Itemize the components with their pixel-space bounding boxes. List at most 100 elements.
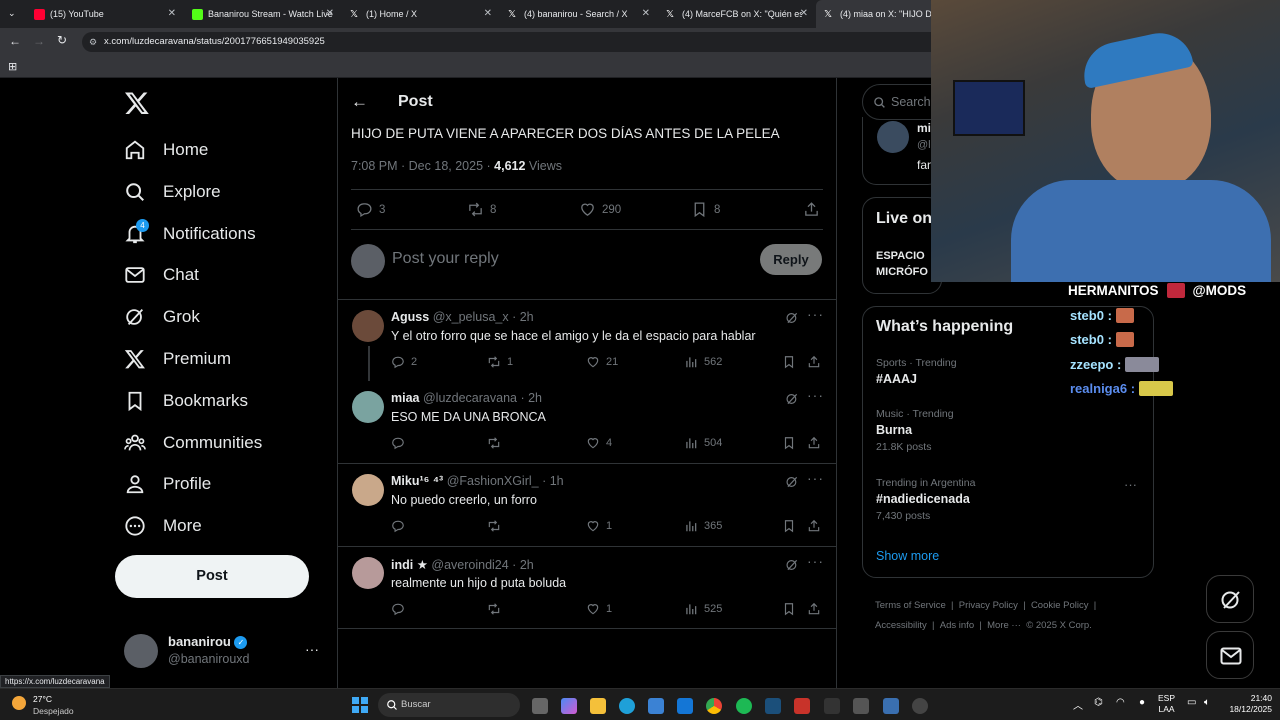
apps-grid-icon[interactable]: ⊞: [8, 60, 17, 73]
share-action[interactable]: [807, 355, 827, 369]
post-button[interactable]: Post: [115, 555, 309, 598]
more-dots-icon[interactable]: ···: [807, 470, 824, 486]
reply-item[interactable]: Miku¹⁶ ⁴³ @FashionXGirl_ · 1h No puedo c…: [338, 464, 836, 546]
grok-icon[interactable]: [785, 311, 799, 325]
close-tab-icon[interactable]: ✕: [484, 8, 492, 19]
grok-icon[interactable]: [785, 475, 799, 489]
reply-author[interactable]: miaa: [391, 391, 420, 405]
app-icon[interactable]: [883, 698, 899, 714]
footer-privacy[interactable]: Privacy Policy: [959, 600, 1018, 611]
nav-explore[interactable]: Explore: [124, 177, 221, 207]
nav-profile[interactable]: Profile: [124, 469, 211, 499]
reply-action[interactable]: [391, 436, 411, 450]
close-tab-icon[interactable]: ✕: [326, 8, 334, 19]
reply-button[interactable]: Reply: [760, 244, 822, 275]
nav-home[interactable]: Home: [124, 135, 208, 165]
trend-item[interactable]: Trending in Argentina #nadiedicenada 7,4…: [876, 477, 975, 522]
tab-x-search[interactable]: 𝕏 (4) bananirou - Search / X ✕: [500, 0, 656, 28]
taskbar-search[interactable]: Buscar: [378, 693, 520, 717]
reload-icon[interactable]: ↻: [57, 33, 67, 47]
views-action[interactable]: 504: [684, 436, 722, 450]
share-action[interactable]: [807, 602, 827, 616]
trend-item[interactable]: Music · Trending Burna 21.8K posts: [876, 408, 954, 453]
task-view-icon[interactable]: [532, 698, 548, 714]
bookmark-action[interactable]: [782, 602, 802, 616]
weather-widget[interactable]: 27°C Despejado: [8, 692, 118, 718]
repost-action[interactable]: [487, 436, 507, 450]
views-action[interactable]: 365: [684, 519, 722, 533]
account-switcher[interactable]: bananirou ✓ @bananirouxd ···: [115, 628, 330, 674]
like-action[interactable]: 4: [586, 436, 612, 450]
nav-communities[interactable]: Communities: [124, 428, 262, 458]
file-explorer-icon[interactable]: [590, 698, 606, 714]
app-icon[interactable]: [824, 698, 840, 714]
tab-kick[interactable]: Bananirou Stream - Watch Live ✕: [184, 0, 340, 28]
back-icon[interactable]: ←: [9, 34, 21, 48]
more-dots-icon[interactable]: ···: [807, 387, 824, 403]
repost-action[interactable]: [487, 602, 507, 616]
repost-action[interactable]: 8: [467, 201, 496, 218]
messages-fab[interactable]: [1206, 631, 1254, 679]
reply-author[interactable]: Aguss: [391, 310, 429, 324]
x-logo-icon[interactable]: [124, 90, 150, 116]
grok-icon[interactable]: [785, 558, 799, 572]
forward-icon[interactable]: →: [33, 34, 45, 48]
reply-action[interactable]: 2: [391, 355, 417, 369]
nav-bookmarks[interactable]: Bookmarks: [124, 386, 248, 416]
reply-handle[interactable]: @x_pelusa_x · 2h: [433, 310, 534, 324]
language-indicator[interactable]: ESP LAA: [1158, 693, 1175, 715]
obs-icon[interactable]: [912, 698, 928, 714]
nav-chat[interactable]: Chat: [124, 260, 199, 290]
footer-accessibility[interactable]: Accessibility: [875, 620, 927, 631]
reply-handle[interactable]: @luzdecaravana · 2h: [423, 391, 542, 405]
like-action[interactable]: 1: [586, 602, 612, 616]
app-icon[interactable]: [794, 698, 810, 714]
views-action[interactable]: 562: [684, 355, 722, 369]
nav-more[interactable]: More: [124, 511, 202, 541]
grok-fab[interactable]: [1206, 575, 1254, 623]
chrome-icon[interactable]: [706, 698, 722, 714]
views-action[interactable]: 525: [684, 602, 722, 616]
show-more-link[interactable]: Show more: [876, 549, 939, 563]
tab-x-miaa[interactable]: 𝕏 (4) miaa on X: "HIJO DE PU: [816, 0, 936, 28]
post-time[interactable]: 7:08 PM · Dec 18, 2025 ·: [351, 159, 494, 173]
repost-action[interactable]: 1: [487, 355, 513, 369]
store-icon[interactable]: [648, 698, 664, 714]
edge-icon[interactable]: [619, 698, 635, 714]
reply-handle[interactable]: @FashionXGirl_ · 1h: [447, 474, 564, 488]
tab-youtube[interactable]: (15) YouTube ✕: [26, 0, 182, 28]
bookmark-action[interactable]: [782, 436, 802, 450]
back-arrow-icon[interactable]: ←: [351, 92, 368, 112]
more-dots-icon[interactable]: ···: [807, 553, 824, 569]
reply-author[interactable]: Miku¹⁶ ⁴³: [391, 474, 443, 488]
tab-search-chevron-icon[interactable]: ⌄: [8, 8, 16, 19]
copilot-icon[interactable]: [561, 698, 577, 714]
clock[interactable]: 21:40 18/12/2025: [1222, 693, 1272, 715]
bookmark-action[interactable]: [782, 519, 802, 533]
trend-more-dots-icon[interactable]: ···: [1124, 477, 1137, 492]
share-action[interactable]: [807, 436, 827, 450]
reply-item[interactable]: Aguss @x_pelusa_x · 2h Y el otro forro q…: [338, 300, 836, 381]
reply-author[interactable]: indi ★: [391, 558, 428, 572]
reply-item[interactable]: indi ★ @averoindi24 · 2h realmente un hi…: [338, 547, 836, 628]
bookmark-action[interactable]: [782, 355, 802, 369]
close-tab-icon[interactable]: ✕: [642, 8, 650, 19]
nav-notifications[interactable]: 4 Notifications: [124, 219, 256, 249]
tray-chevron-icon[interactable]: ︿: [1073, 697, 1083, 712]
tab-x-marce[interactable]: 𝕏 (4) MarceFCB on X: "Quién es m ✕: [658, 0, 814, 28]
nav-premium[interactable]: Premium: [124, 344, 231, 374]
app-icon[interactable]: [853, 698, 869, 714]
windows-start-icon[interactable]: [352, 697, 368, 713]
network-icon[interactable]: ⌬: [1094, 697, 1103, 708]
profile-snippet-card[interactable]: mi @l fan: [862, 117, 942, 185]
reply-input[interactable]: Post your reply: [392, 250, 732, 268]
reply-action[interactable]: 3: [356, 201, 385, 218]
nav-grok[interactable]: Grok: [124, 302, 200, 332]
footer-terms[interactable]: Terms of Service: [875, 600, 946, 611]
display-icon[interactable]: ▭: [1187, 697, 1196, 708]
site-info-icon[interactable]: ⚙: [89, 32, 97, 52]
like-action[interactable]: 290: [579, 201, 621, 218]
share-action[interactable]: [803, 201, 826, 218]
reply-action[interactable]: [391, 602, 411, 616]
tab-x-home[interactable]: 𝕏 (1) Home / X ✕: [342, 0, 498, 28]
